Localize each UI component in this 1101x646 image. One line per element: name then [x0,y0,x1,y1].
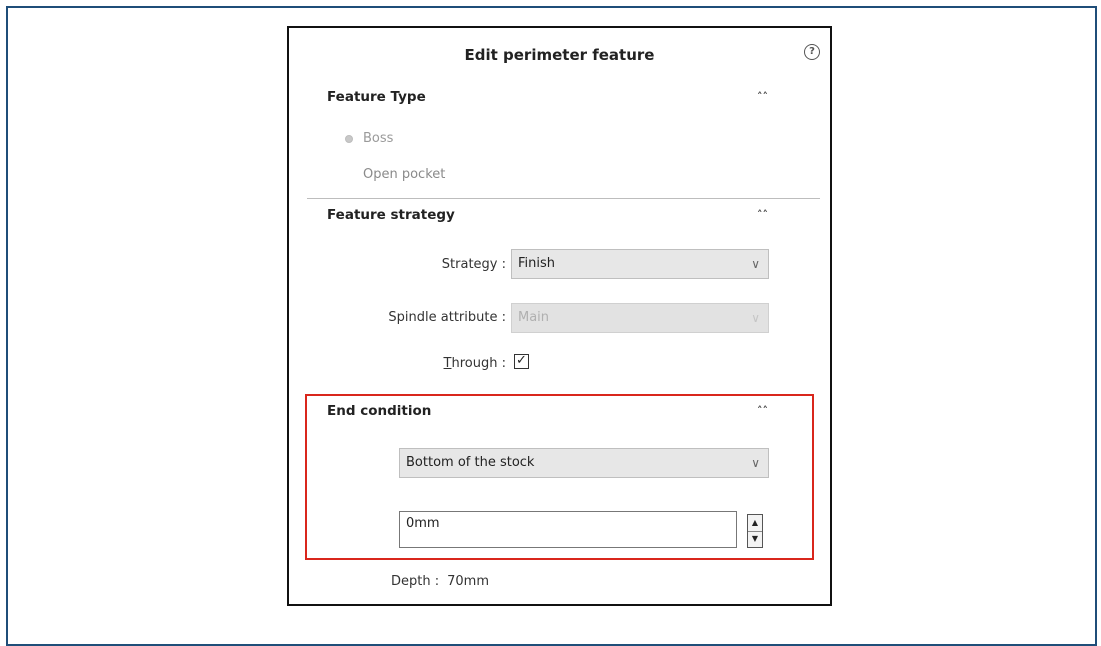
feature-type-header-label: Feature Type [327,89,426,105]
offset-spinner[interactable]: ▲ ▼ [747,514,763,548]
section-header-feature-type[interactable]: Feature Type ˄˄ [327,89,768,105]
strategy-label: Strategy : [441,257,506,272]
through-checkbox[interactable]: ✓ [514,354,529,369]
spin-down-icon[interactable]: ▼ [748,531,762,547]
spindle-attribute-label: Spindle attribute : [388,310,506,325]
radio-open-pocket[interactable]: Open pocket [363,167,445,182]
collapse-chevron-icon[interactable]: ˄˄ [757,404,768,417]
chevron-down-icon: ∨ [751,456,760,470]
strategy-select-value: Finish [518,256,556,271]
depth-value: 70mm [447,574,489,589]
end-condition-select[interactable]: Bottom of the stock ∨ [399,448,769,478]
through-label: Through : [444,356,506,371]
depth-label: Depth : [391,574,440,589]
radio-boss-label: Boss [363,131,394,146]
end-condition-select-value: Bottom of the stock [406,455,535,470]
edit-perimeter-feature-dialog: Edit perimeter feature ? Feature Type ˄˄… [287,26,832,606]
dialog-title: Edit perimeter feature [464,46,655,64]
through-mnemonic: T [443,356,452,371]
strategy-select[interactable]: Finish ∨ [511,249,769,279]
spin-up-icon[interactable]: ▲ [748,515,762,532]
collapse-chevron-icon[interactable]: ˄˄ [757,90,768,103]
spindle-attribute-select: Main ∨ [511,303,769,333]
radio-boss[interactable]: Boss [345,131,393,146]
radio-dot-icon[interactable] [345,134,353,143]
separator [307,198,820,199]
spindle-attribute-select-value: Main [518,310,550,325]
end-condition-offset-input[interactable]: 0mm [399,511,737,548]
end-condition-header-label: End condition [327,403,432,419]
depth-readout: Depth : 70mm [391,574,489,589]
feature-strategy-header-label: Feature strategy [327,207,455,223]
section-header-end-condition[interactable]: End condition ˄˄ [327,403,768,419]
collapse-chevron-icon[interactable]: ˄˄ [757,208,768,221]
checkmark-icon: ✓ [516,353,527,368]
section-header-feature-strategy[interactable]: Feature strategy ˄˄ [327,207,768,223]
chevron-down-icon: ∨ [751,257,760,271]
help-icon[interactable]: ? [804,44,820,60]
chevron-down-icon: ∨ [751,311,760,325]
through-label-rest: hrough : [451,356,507,371]
